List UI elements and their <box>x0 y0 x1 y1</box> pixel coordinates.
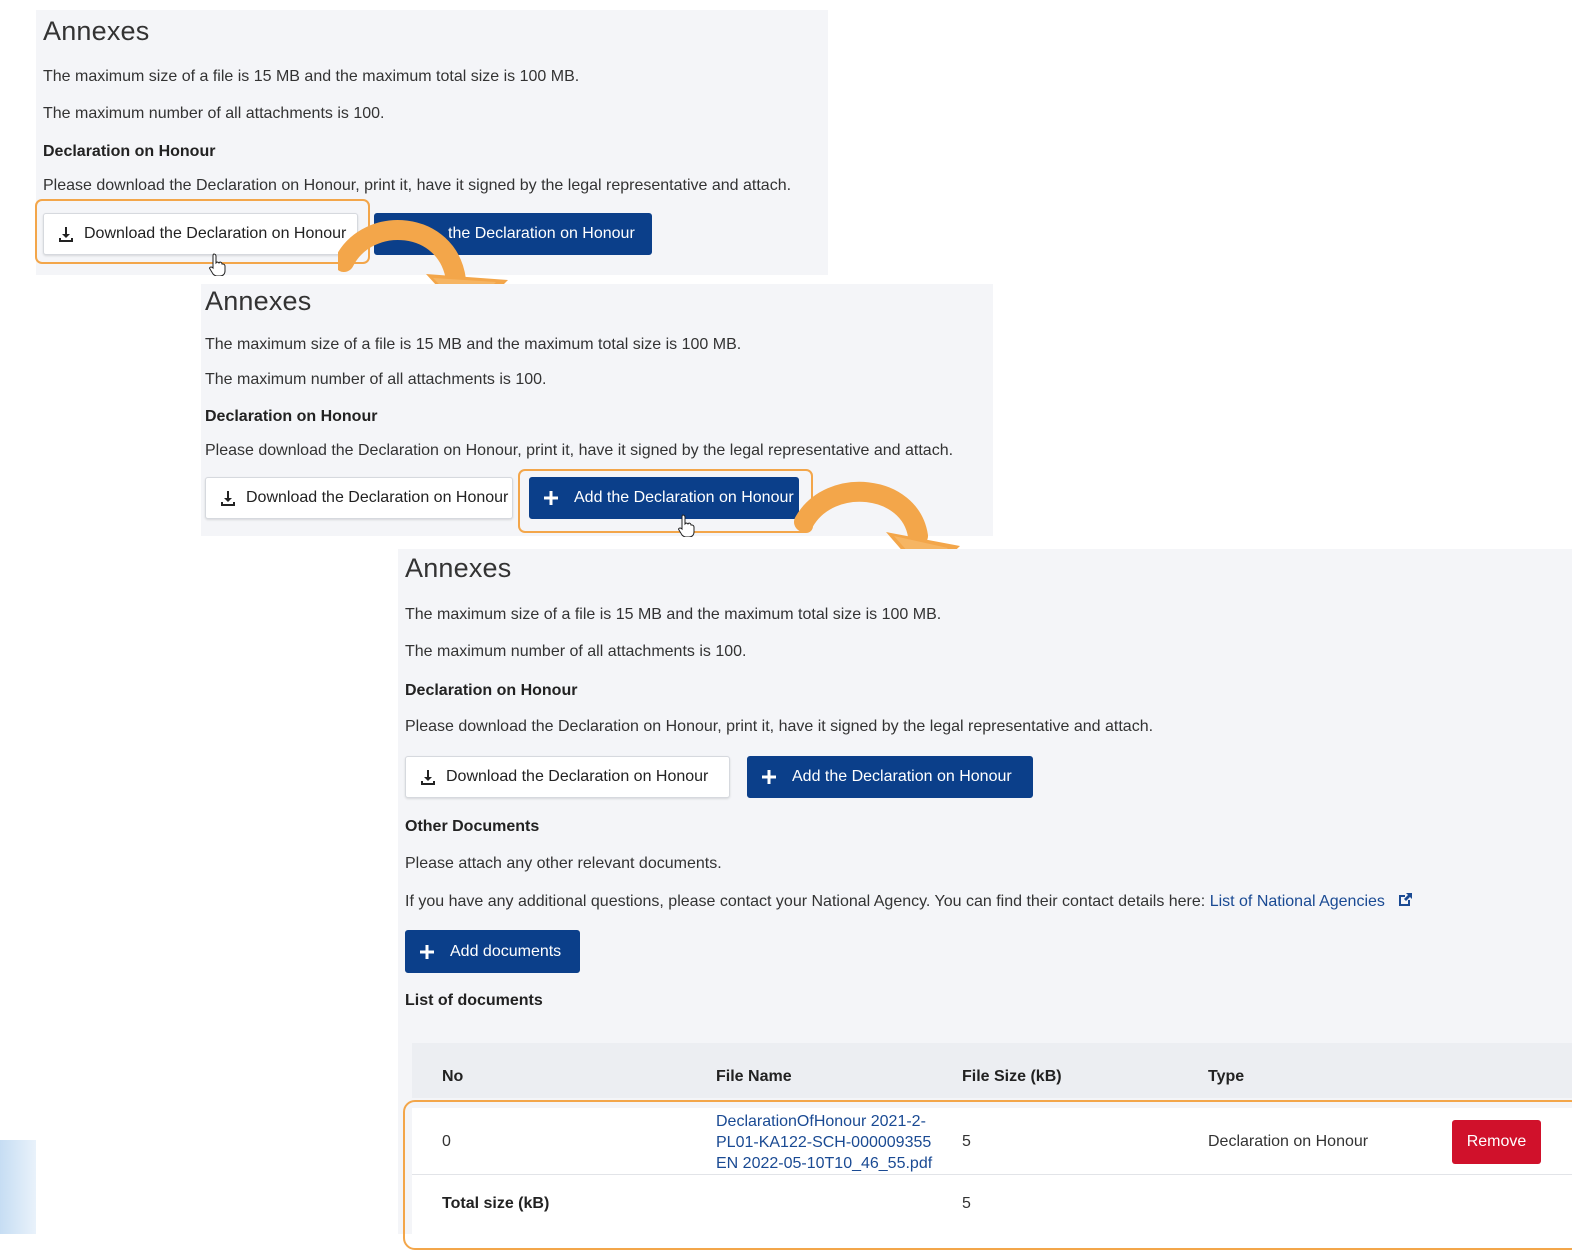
max-number-text: The maximum number of all attachments is… <box>43 105 385 122</box>
national-agencies-link[interactable]: List of National Agencies <box>1210 893 1385 910</box>
doh-heading: Declaration on Honour <box>205 408 378 425</box>
doh-instructions: Please download the Declaration on Honou… <box>405 718 1154 735</box>
doh-heading: Declaration on Honour <box>405 682 578 699</box>
download-icon <box>421 770 435 785</box>
download-doh-label: Download the Declaration on Honour <box>246 489 509 506</box>
add-doh-label: Add the Declaration on Honour <box>792 768 1012 785</box>
annexes-title: Annexes <box>43 16 150 46</box>
add-doh-button[interactable]: Add the Declaration on Honour <box>747 756 1033 798</box>
max-size-text: The maximum size of a file is 15 MB and … <box>43 68 580 85</box>
max-number-text: The maximum number of all attachments is… <box>205 371 547 388</box>
hand-cursor-icon <box>678 514 695 537</box>
max-number-text: The maximum number of all attachments is… <box>405 643 747 660</box>
doh-heading: Declaration on Honour <box>43 143 216 160</box>
hand-cursor-icon <box>209 253 226 276</box>
download-icon <box>221 491 235 506</box>
max-size-text: The maximum size of a file is 15 MB and … <box>205 336 742 353</box>
decorative-side-gradient <box>0 1140 36 1234</box>
doh-instructions: Please download the Declaration on Honou… <box>205 442 954 459</box>
contact-line: If you have any additional questions, pl… <box>405 892 1413 911</box>
header-file-name: File Name <box>716 1068 792 1085</box>
max-size-text: The maximum size of a file is 15 MB and … <box>405 606 942 623</box>
annexes-title: Annexes <box>205 286 312 316</box>
annexes-title: Annexes <box>405 553 512 583</box>
header-no: No <box>442 1068 464 1085</box>
list-of-documents-heading: List of documents <box>405 992 543 1009</box>
highlight-download-button <box>35 199 370 264</box>
plus-icon <box>762 770 776 784</box>
download-doh-label: Download the Declaration on Honour <box>446 768 709 785</box>
add-documents-button[interactable]: Add documents <box>405 930 580 973</box>
header-type: Type <box>1208 1068 1245 1085</box>
doh-instructions: Please download the Declaration on Honou… <box>43 177 792 194</box>
highlight-add-button <box>518 469 813 533</box>
download-doh-button[interactable]: Download the Declaration on Honour <box>205 477 513 519</box>
plus-icon <box>420 944 434 959</box>
highlight-documents-table <box>403 1100 1572 1250</box>
download-doh-button[interactable]: Download the Declaration on Honour <box>405 756 730 798</box>
external-link-icon[interactable] <box>1397 892 1413 908</box>
contact-text: If you have any additional questions, pl… <box>405 893 1206 910</box>
header-file-size: File Size (kB) <box>962 1068 1062 1085</box>
other-documents-heading: Other Documents <box>405 818 540 835</box>
other-documents-text: Please attach any other relevant documen… <box>405 855 722 872</box>
add-documents-label: Add documents <box>450 942 562 960</box>
